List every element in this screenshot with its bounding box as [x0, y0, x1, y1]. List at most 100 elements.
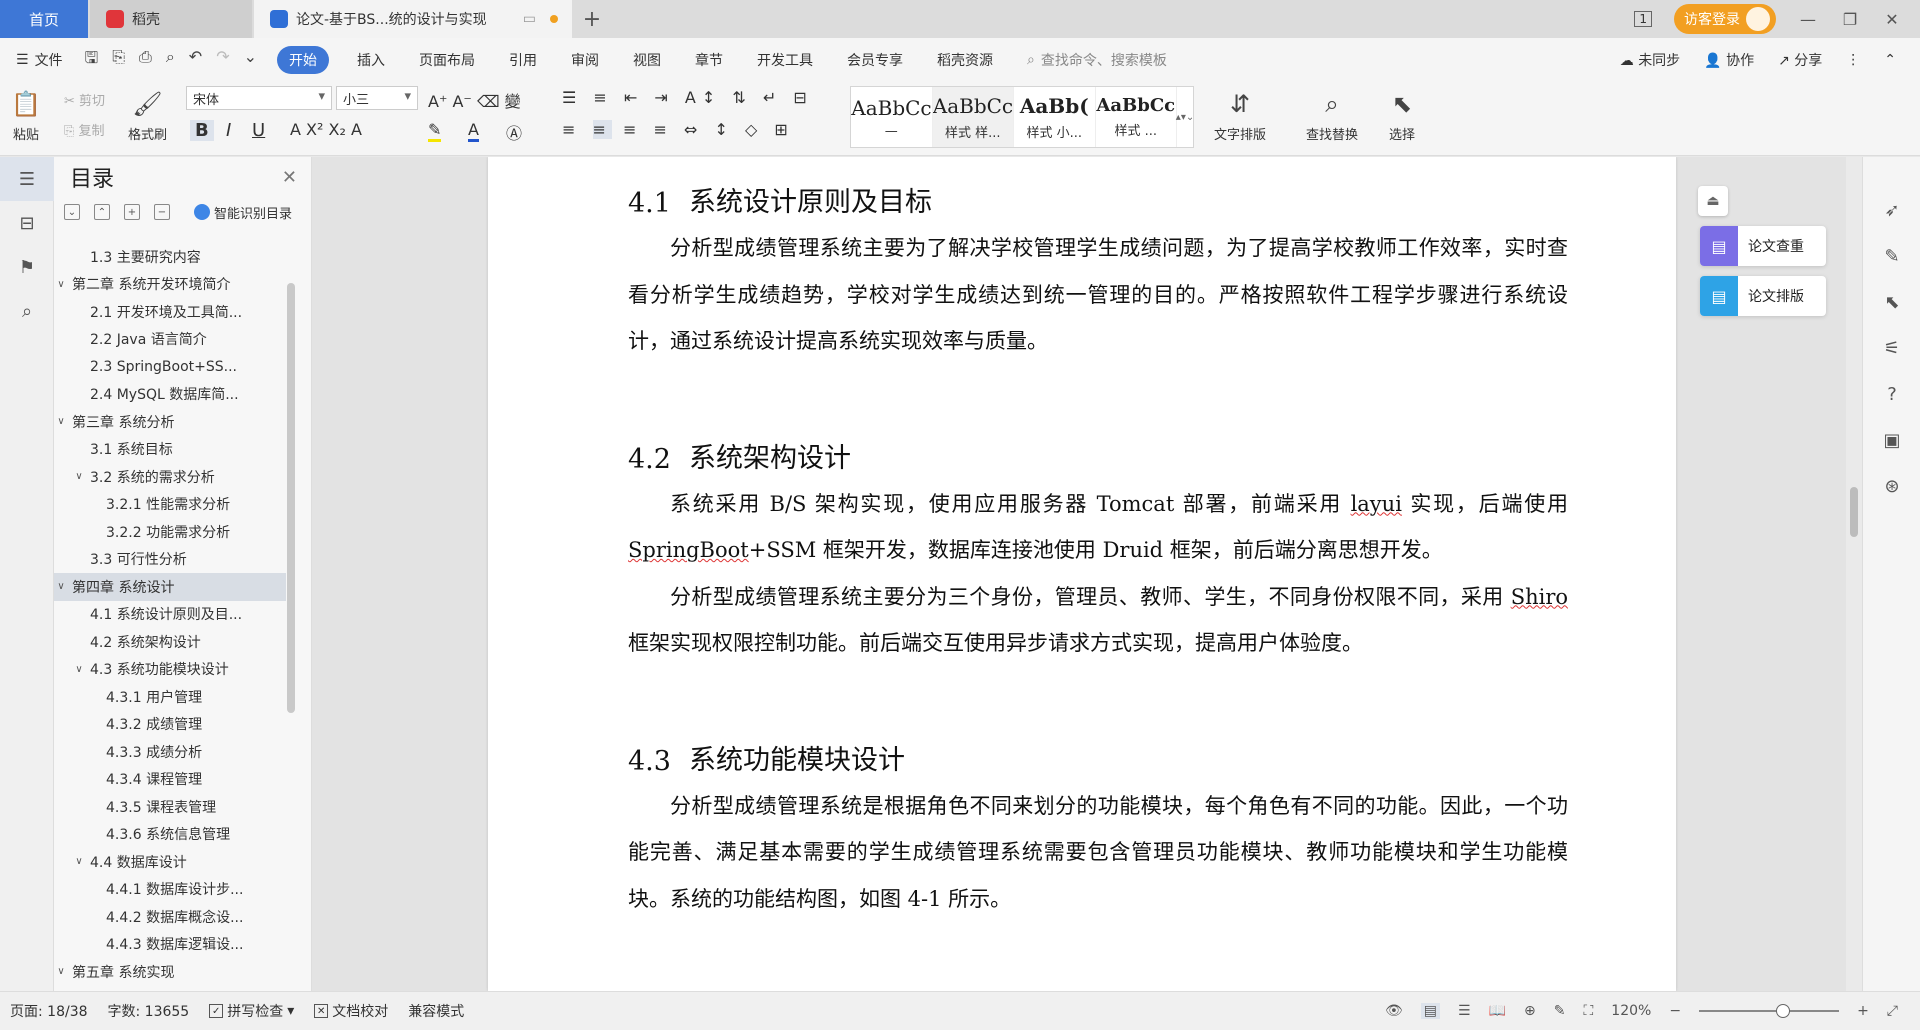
toc-item[interactable]: ∨ 4.4 数据库设计 — [54, 848, 286, 876]
new-tab-button[interactable]: + — [572, 0, 612, 38]
chevron-down-icon[interactable]: ∨ — [72, 856, 86, 867]
chevron-down-icon[interactable]: ∨ — [72, 471, 86, 482]
char-border-icon[interactable]: Ⓐ — [506, 120, 522, 144]
menu-view[interactable]: 视图 — [633, 50, 661, 70]
redo-icon[interactable]: ↷ — [216, 47, 229, 74]
highlight-icon[interactable]: ✎ — [428, 120, 442, 142]
toc-item[interactable]: 4.3.2 成绩管理 — [54, 711, 286, 739]
rocket-icon[interactable]: ➶ — [1863, 187, 1920, 233]
word-count[interactable]: 字数: 13655 — [108, 1001, 190, 1021]
zoom-out-icon[interactable]: − — [1669, 1003, 1681, 1019]
fullscreen-icon[interactable]: ⤢ — [1887, 1003, 1898, 1019]
menu-section[interactable]: 章节 — [695, 50, 723, 70]
collapse-all-icon[interactable]: ⌄ — [64, 204, 80, 220]
eye-icon[interactable]: 👁 — [1385, 1003, 1403, 1019]
close-icon[interactable]: ✕ — [282, 167, 297, 188]
chapter-nav-icon[interactable]: ⊟ — [0, 201, 54, 245]
toc-item[interactable]: 3.1 系统目标 — [54, 436, 286, 464]
guest-login-button[interactable]: 访客登录 — [1674, 4, 1776, 34]
compass-icon[interactable]: ⊛ — [1863, 463, 1920, 509]
toc-item[interactable]: 2.3 SpringBoot+SS... — [54, 353, 286, 381]
tab-document[interactable]: 论文-基于BS...统的设计与实现 ▭ — [254, 0, 572, 38]
font-family-select[interactable]: 宋体 ▾ — [186, 86, 332, 110]
outline-view-icon[interactable]: ☰ — [1458, 1003, 1471, 1019]
toc-item[interactable]: ∨ 第三章 系统分析 — [54, 408, 286, 436]
expand-all-icon[interactable]: ⌃ — [94, 204, 110, 220]
vertical-scrollbar[interactable] — [1846, 157, 1862, 991]
toc-item[interactable]: ∨ 3.2 系统的需求分析 — [54, 463, 286, 491]
image-icon[interactable]: ▣ — [1863, 417, 1920, 463]
undo-icon[interactable]: ↶ — [189, 47, 202, 74]
menu-page-layout[interactable]: 页面布局 — [419, 50, 475, 70]
share-button[interactable]: ↗ 分享 — [1778, 50, 1822, 70]
file-menu[interactable]: ☰ 文件 — [16, 50, 63, 70]
pen-icon[interactable]: ✎ — [1863, 233, 1920, 279]
zoom-in-icon[interactable]: + — [1857, 1003, 1869, 1019]
font-color-icon[interactable]: A — [468, 120, 479, 142]
paper-check-button[interactable]: ▤ 论文查重 — [1700, 226, 1826, 266]
smart-toc-button[interactable]: 智能识别目录 — [194, 203, 292, 222]
zoom-knob[interactable] — [1776, 1004, 1791, 1018]
toc-item[interactable]: 4.3.5 课程表管理 — [54, 793, 286, 821]
chevron-down-icon[interactable]: ∨ — [54, 581, 68, 592]
search-icon[interactable]: ⌕ — [0, 289, 54, 333]
toc-item[interactable]: 2.4 MySQL 数据库简... — [54, 381, 286, 409]
web-view-icon[interactable]: ⊕ — [1524, 1003, 1536, 1019]
format-painter-button[interactable]: 🖌 格式刷 — [128, 88, 167, 143]
zoom-level[interactable]: 120% — [1611, 1003, 1651, 1019]
toc-item[interactable]: 4.3.6 系统信息管理 — [54, 821, 286, 849]
list-icon[interactable]: ☰ ≡ ⇤ ⇥ A↕ ⇅ ↵ ⊟ — [562, 88, 813, 107]
page-view-icon[interactable]: ▤ — [1420, 1003, 1441, 1019]
font-size-select[interactable]: 小三 ▾ — [336, 86, 418, 110]
doc-proof-button[interactable]: ✕ 文档校对 — [314, 1001, 388, 1021]
menu-home[interactable]: 开始 — [277, 46, 330, 74]
toc-item[interactable]: 1.3 主要研究内容 — [54, 243, 286, 271]
paste-button[interactable]: 📋 粘贴 — [10, 88, 42, 143]
chevron-down-icon[interactable]: ∨ — [54, 279, 68, 290]
sync-button[interactable]: ☁ 未同步 — [1620, 50, 1680, 70]
help-icon[interactable]: ? — [1863, 371, 1920, 417]
toc-item[interactable]: 4.3.3 成绩分析 — [54, 738, 286, 766]
tab-docer[interactable]: 稻壳 — [90, 0, 252, 38]
minimize-icon[interactable]: — — [1798, 10, 1818, 29]
command-search[interactable]: ⌕ 查找命令、搜索模板 — [1027, 50, 1167, 70]
read-view-icon[interactable]: 📖 — [1489, 1003, 1506, 1019]
toc-item[interactable]: 4.3.4 课程管理 — [54, 766, 286, 794]
export-icon[interactable]: ⎘ — [112, 47, 125, 74]
toc-item[interactable]: ∨ 第二章 系统开发环境简介 — [54, 271, 286, 299]
menu-member[interactable]: 会员专享 — [847, 50, 903, 70]
style-normal[interactable]: AaBbCc — — [851, 87, 933, 147]
menu-review[interactable]: 审阅 — [571, 50, 599, 70]
grow-font-icon[interactable]: A⁺ A⁻ ⌫ 變 — [428, 88, 521, 112]
menu-docer-resources[interactable]: 稻壳资源 — [937, 50, 993, 70]
toc-item[interactable]: 2.1 开发环境及工具简... — [54, 298, 286, 326]
style-1[interactable]: AaBbCc 样式 样... — [932, 87, 1014, 147]
restore-icon[interactable]: ❐ — [1840, 10, 1860, 29]
chevron-down-icon[interactable]: ∨ — [72, 664, 86, 675]
toc-item[interactable]: 4.2 系统架构设计 — [54, 628, 286, 656]
menu-insert[interactable]: 插入 — [357, 50, 385, 70]
toc-item[interactable]: 4.4.2 数据库概念设... — [54, 903, 286, 931]
print-preview-icon[interactable]: ⌕ — [166, 47, 175, 74]
toc-scrollbar[interactable] — [287, 283, 295, 713]
collapse-ribbon-icon[interactable]: ⌃ — [1884, 52, 1896, 68]
align-icon[interactable]: ≡ ≡ ≡ ≡ ⇔ ↕ ◇ ⊞ — [562, 120, 794, 139]
page-count[interactable]: 页面: 18/38 — [10, 1001, 88, 1021]
menu-references[interactable]: 引用 — [509, 50, 537, 70]
style-2[interactable]: AaBb(样式 小... — [1014, 87, 1096, 147]
scroll-thumb[interactable] — [1850, 487, 1858, 537]
chevron-down-icon[interactable]: ∨ — [54, 966, 68, 977]
style-3[interactable]: AaBbCc 样式 ... — [1096, 87, 1177, 147]
toc-item[interactable]: 4.4.1 数据库设计步... — [54, 876, 286, 904]
toc-item[interactable]: 4.3.1 用户管理 — [54, 683, 286, 711]
toc-panel-icon[interactable]: ☰ — [0, 157, 54, 201]
monitor-icon[interactable]: ▭ — [523, 11, 536, 27]
paper-layout-button[interactable]: ▤ 论文排版 — [1700, 276, 1826, 316]
text-layout-button[interactable]: ⇵ 文字排版 — [1214, 88, 1266, 143]
select-button[interactable]: ⬉ 选择 — [1386, 88, 1418, 143]
strike-icon[interactable]: A X² X₂ A — [290, 120, 362, 139]
bookmark-icon[interactable]: ⚑ — [0, 245, 54, 289]
copy-button[interactable]: ⎘ 复制 — [64, 120, 105, 139]
toc-item[interactable]: 4.4.3 数据库逻辑设... — [54, 931, 286, 959]
zoom-slider[interactable] — [1699, 1004, 1840, 1018]
